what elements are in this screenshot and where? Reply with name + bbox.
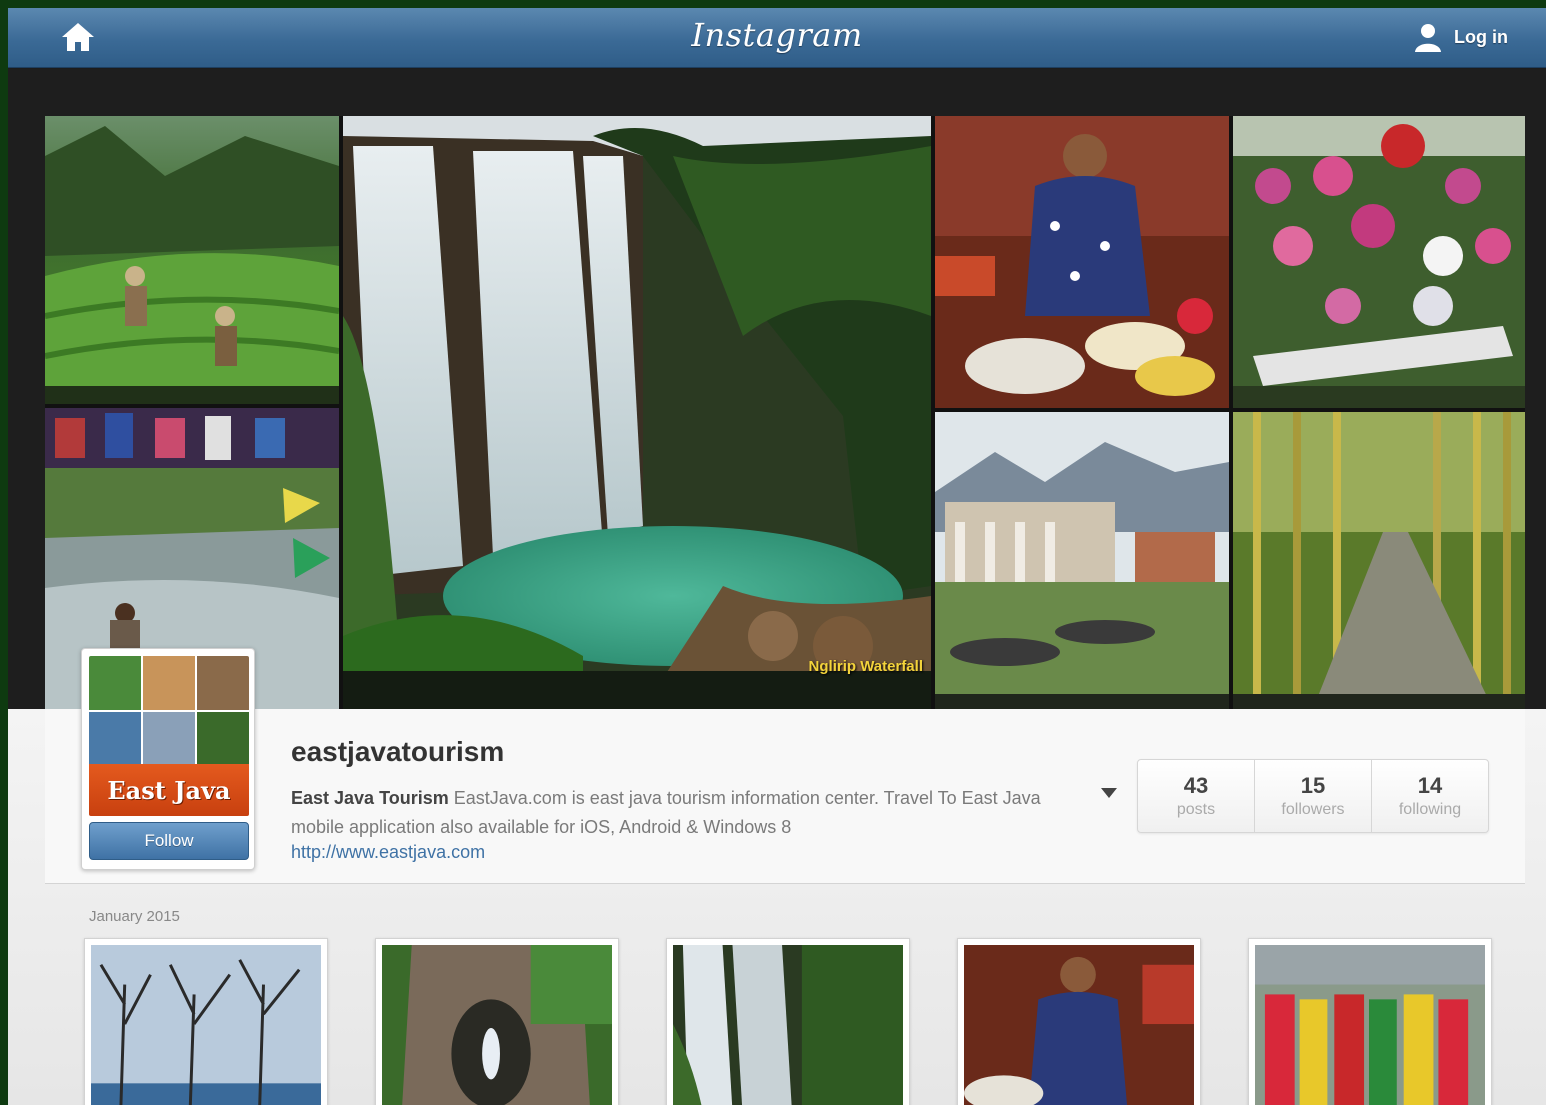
profile-website-link[interactable]: http://www.eastjava.com (291, 842, 485, 863)
collage-photo-house[interactable] (935, 412, 1229, 709)
follow-button[interactable]: Follow (89, 822, 249, 860)
stat-following-label: following (1398, 801, 1462, 818)
top-bar: Instagram Log in (8, 8, 1546, 68)
stat-following-count: 14 (1417, 773, 1443, 798)
avatar-photo-grid (89, 656, 249, 766)
collage-photo-plantation[interactable] (45, 116, 339, 404)
photo-thumbnail[interactable] (1248, 938, 1492, 1105)
stat-posts-label: posts (1176, 801, 1216, 818)
collage-photo-market[interactable] (935, 116, 1229, 408)
profile-full-name: East Java Tourism (291, 788, 449, 808)
bio-expand-caret-icon[interactable] (1101, 788, 1117, 798)
waterfall-caption: Nglirip Waterfall (808, 658, 923, 675)
profile-username: eastjavatourism (291, 736, 505, 767)
user-icon (1415, 24, 1442, 52)
photo-thumbnail[interactable] (666, 938, 910, 1105)
instagram-logo[interactable]: Instagram (8, 16, 1546, 54)
photo-thumbnail[interactable] (84, 938, 328, 1105)
photo-grid (84, 938, 1494, 1105)
cover-collage: Nglirip Waterfall (45, 116, 1525, 709)
avatar[interactable]: East Java (89, 656, 249, 816)
stat-followers-count: 15 (1300, 773, 1326, 798)
collage-photo-flowers[interactable] (1233, 116, 1525, 408)
stat-followers-label: followers (1281, 801, 1345, 818)
profile-bio: East Java Tourism EastJava.com is east j… (291, 784, 1091, 842)
profile-avatar-card: East Java Follow (81, 648, 255, 870)
collage-photo-bamboo[interactable] (1233, 412, 1525, 709)
stat-following[interactable]: 14 following (1371, 760, 1488, 832)
timeline-month-label: January 2015 (89, 908, 180, 925)
stat-followers[interactable]: 15 followers (1254, 760, 1371, 832)
collage-photo-waterfall[interactable]: Nglirip Waterfall (343, 116, 931, 709)
photo-thumbnail[interactable] (375, 938, 619, 1105)
avatar-banner: East Java (89, 764, 249, 816)
screen: Instagram Log in Nglirip Waterfall East … (8, 8, 1546, 1105)
profile-stats: 43 posts 15 followers 14 following (1137, 759, 1489, 833)
login-button[interactable]: Log in (1414, 22, 1508, 52)
stat-posts[interactable]: 43 posts (1138, 760, 1254, 832)
login-label: Log in (1454, 26, 1508, 47)
photo-thumbnail[interactable] (957, 938, 1201, 1105)
stat-posts-count: 43 (1183, 773, 1209, 798)
